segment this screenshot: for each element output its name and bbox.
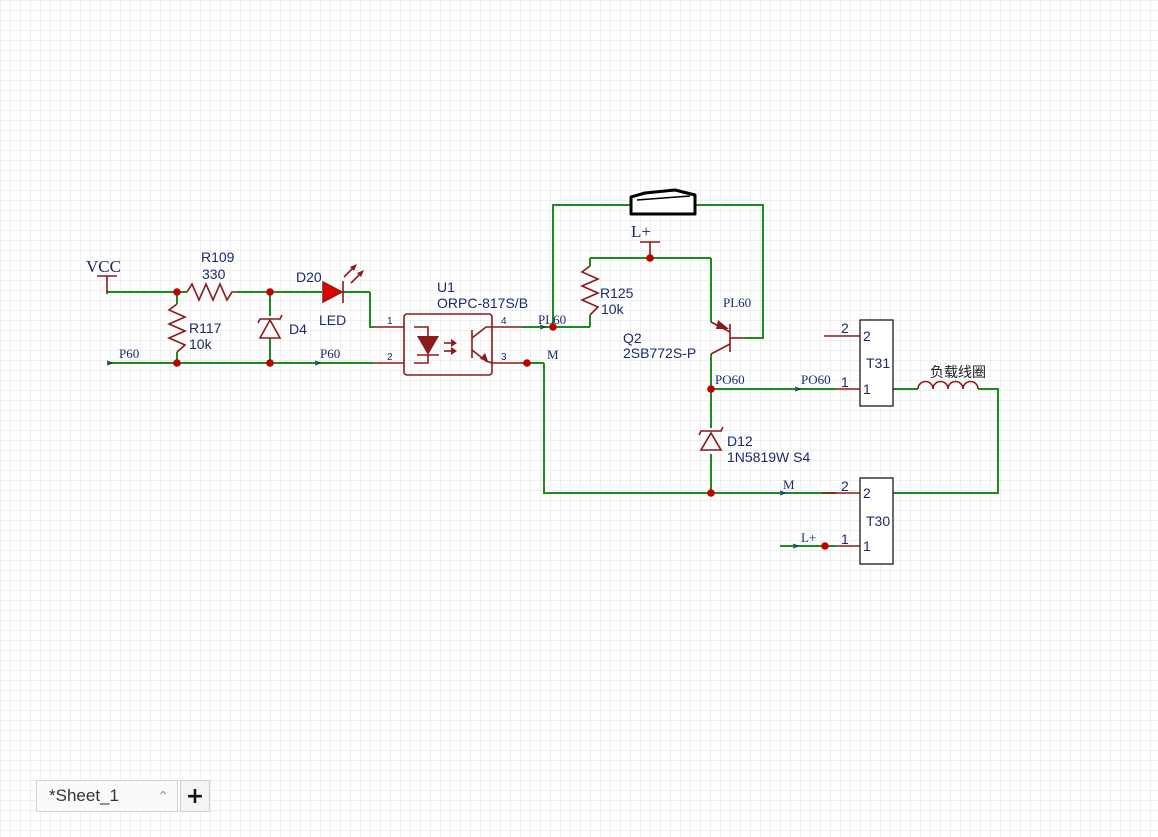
u1-pin-2: 2 <box>387 352 393 363</box>
r109-ref: R109 <box>201 249 235 265</box>
net-label-pl60-q2: PL60 <box>723 295 751 310</box>
d4-ref: D4 <box>289 321 307 337</box>
t30-pin-num-2: 2 <box>841 478 849 494</box>
load-coil[interactable]: 负载线圈 <box>917 365 986 390</box>
net-label-p60-mid: P60 <box>320 346 340 361</box>
t30-ref: T30 <box>866 513 890 529</box>
net-label-l-plus-t30: L+ <box>801 530 816 545</box>
l-plus-label: L+ <box>631 222 651 241</box>
d20-ref: D20 <box>296 269 322 285</box>
u1-pin-1: 1 <box>387 316 393 327</box>
net-label-p60-left: P60 <box>119 346 139 361</box>
t31-pin-num-1: 1 <box>841 374 849 390</box>
schematic-canvas[interactable]: VCC R109 330 R117 10k D4 D20 LED 1 2 3 4… <box>0 0 1158 837</box>
d20-value: LED <box>319 312 346 328</box>
r125-ref: R125 <box>600 285 634 301</box>
sheet-tab-label: *Sheet_1 <box>49 786 119 805</box>
t31-pin-label-2: 2 <box>863 328 871 344</box>
d12-ref: D12 <box>727 433 753 449</box>
q2-ref: Q2 <box>623 330 642 346</box>
t31-pin-num-2: 2 <box>841 320 849 336</box>
zener-diode-d12[interactable]: D12 1N5819W S4 <box>698 426 810 465</box>
l-plus-port[interactable]: L+ <box>631 222 660 258</box>
u1-pin-3: 3 <box>501 352 507 363</box>
resistor-r117[interactable]: R117 10k <box>167 303 222 353</box>
r117-ref: R117 <box>189 320 222 336</box>
vcc-symbol[interactable]: VCC <box>86 257 121 292</box>
zener-diode-d4[interactable]: D4 <box>257 314 307 339</box>
r117-value: 10k <box>189 336 213 352</box>
vcc-label: VCC <box>86 257 121 276</box>
net-label-po60-t31: PO60 <box>801 372 831 387</box>
connector-t30[interactable]: 2 2 1 1 T30 <box>822 477 894 565</box>
d12-value: 1N5819W S4 <box>727 449 810 465</box>
resistor-r109[interactable]: R109 330 <box>186 249 237 302</box>
t30-pin-num-1: 1 <box>841 531 849 547</box>
r109-value: 330 <box>202 266 226 282</box>
t30-pin-label-2: 2 <box>863 485 871 501</box>
net-label-m-bottom: M <box>783 477 795 492</box>
sheet-tab-active[interactable]: *Sheet_1 ⌃ <box>36 780 178 812</box>
optocoupler-u1[interactable]: 1 2 3 4 U1 ORPC-817S/B <box>374 279 528 376</box>
connector-t31[interactable]: 2 2 1 1 T31 <box>824 319 894 407</box>
sheet-tab-bar: *Sheet_1 ⌃ + <box>36 780 210 814</box>
resistor-r125[interactable]: R125 10k <box>580 265 634 317</box>
net-label-m-u1: M <box>547 347 559 362</box>
r125-value: 10k <box>601 301 625 317</box>
net-label-po60-q2: PO60 <box>715 372 745 387</box>
q2-value: 2SB772S-P <box>623 345 696 361</box>
coil-label: 负载线圈 <box>930 365 986 381</box>
led-d20[interactable]: D20 LED <box>296 264 364 328</box>
t31-ref: T31 <box>866 355 890 371</box>
handdrawn-mark <box>629 188 697 216</box>
add-sheet-button[interactable]: + <box>180 780 210 812</box>
u1-value: ORPC-817S/B <box>437 295 528 311</box>
t30-pin-label-1: 1 <box>863 538 871 554</box>
t31-pin-label-1: 1 <box>863 381 871 397</box>
u1-ref: U1 <box>437 279 455 295</box>
chevron-up-icon[interactable]: ⌃ <box>157 788 169 805</box>
u1-pin-4: 4 <box>501 316 507 327</box>
transistor-q2[interactable]: Q2 2SB772S-P <box>623 320 744 361</box>
